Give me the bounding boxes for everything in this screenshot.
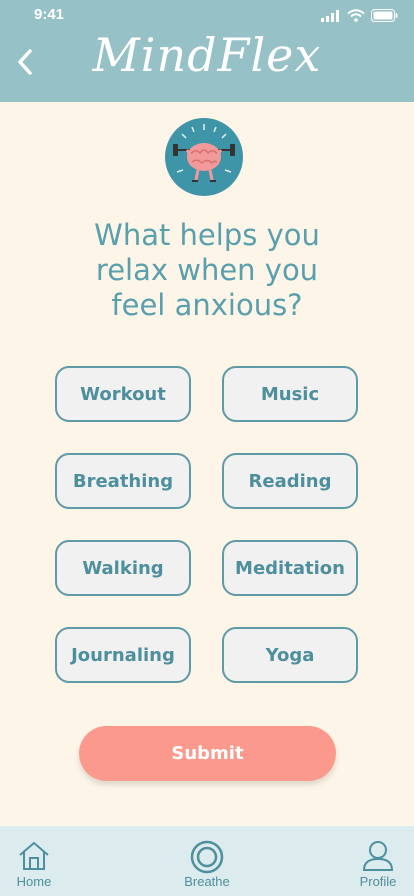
tab-profile-label: Profile — [359, 874, 397, 889]
tab-home[interactable]: Home — [0, 826, 74, 896]
screen: 9:41 MindFlex What helps you relax when … — [0, 0, 414, 896]
breathe-icon — [190, 840, 224, 874]
tab-breathe-label: Breathe — [184, 874, 230, 889]
option-music[interactable]: Music — [222, 366, 358, 422]
question-text: What helps you relax when you feel anxio… — [40, 218, 374, 323]
option-journaling[interactable]: Journaling — [55, 627, 191, 683]
tab-home-label: Home — [16, 874, 52, 889]
wifi-icon — [347, 9, 365, 22]
option-yoga[interactable]: Yoga — [222, 627, 358, 683]
header: 9:41 MindFlex — [0, 0, 414, 102]
status-time: 9:41 — [34, 6, 65, 23]
profile-icon — [362, 841, 394, 871]
question-line-3: feel anxious? — [111, 288, 303, 322]
tab-profile[interactable]: Profile — [338, 826, 414, 896]
status-icons — [321, 9, 398, 22]
question-line-2: relax when you — [95, 253, 319, 287]
home-icon — [19, 842, 49, 870]
tab-breathe[interactable]: Breathe — [167, 826, 247, 896]
app-title: MindFlex — [92, 28, 322, 82]
option-breathing[interactable]: Breathing — [55, 453, 191, 509]
option-workout[interactable]: Workout — [55, 366, 191, 422]
question-line-1: What helps you — [94, 218, 320, 252]
battery-icon — [371, 9, 398, 22]
tab-bar: Home Breathe Profile — [0, 826, 414, 896]
option-walking[interactable]: Walking — [55, 540, 191, 596]
submit-button[interactable]: Submit — [79, 726, 336, 781]
brain-mascot-icon — [165, 118, 243, 196]
signal-icon — [321, 9, 339, 22]
option-reading[interactable]: Reading — [222, 453, 358, 509]
option-meditation[interactable]: Meditation — [222, 540, 358, 596]
